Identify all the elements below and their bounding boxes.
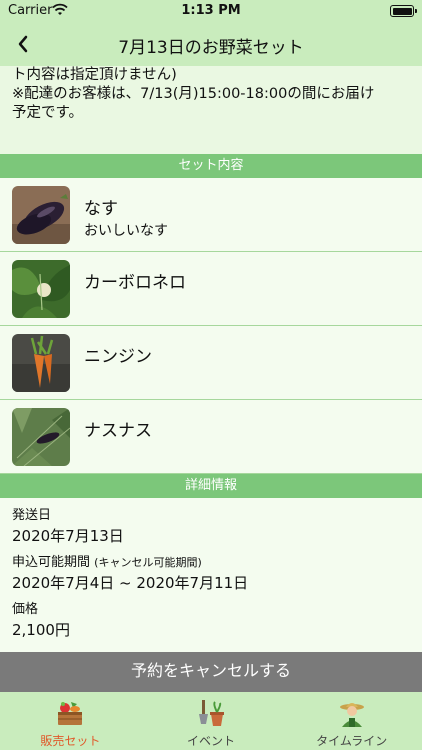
apply-period-note: (キャンセル可能期間) [94,556,202,569]
ship-date-label: 発送日 [12,508,52,523]
eggplant-photo [12,186,70,244]
notice-line: 予定です。 [12,105,84,121]
apply-period-label: 申込可能期間 [12,555,91,570]
notice-line: ト内容は指定頂けません) [12,67,177,83]
list-item[interactable]: カーボロネロ [0,252,422,326]
farmer-icon [339,703,364,727]
status-time: 1:13 PM [181,3,241,18]
item-description: おいしいなす [84,223,168,239]
item-name: ニンジン [84,347,152,367]
details-panel: 発送日 2020年7月13日 申込可能期間 (キャンセル可能期間) 2020年7… [0,498,422,652]
price-label: 価格 [12,602,39,617]
details-header: 詳細情報 [0,474,422,498]
tab-label: 販売セット [40,734,101,748]
carrot-photo [12,334,70,392]
status-bar: Carrier 1:13 PM [0,0,422,22]
tab-sales-set[interactable]: 販売セット [0,692,141,750]
cancel-reservation-button[interactable]: 予約をキャンセルする [0,652,422,692]
tab-timeline[interactable]: タイムライン [281,692,422,750]
list-item[interactable]: なす おいしいなす [0,178,422,252]
item-name: ナスナス [84,421,152,441]
delivery-notice: ト内容は指定頂けません) ※配達のお客様は、7/13(月)15:00-18:00… [0,66,422,154]
tab-events[interactable]: イベント [141,692,282,750]
page-title: 7月13日のお野菜セット [118,38,304,58]
tab-bar: 販売セット イベント タイムライン [0,692,422,750]
back-chevron-icon[interactable] [12,30,36,58]
notice-line: ※配達のお客様は、7/13(月)15:00-18:00の間にお届け [12,86,375,102]
item-name: カーボロネロ [84,273,186,293]
item-name: なす [84,199,118,219]
shovel-pot-icon [199,700,224,726]
navigation-bar: 7月13日のお野菜セット [0,22,422,66]
apply-period-label-row: 申込可能期間 (キャンセル可能期間) [12,553,410,572]
battery-icon [390,5,417,17]
nasunasu-photo [12,408,70,466]
price-value: 2,100円 [12,621,70,639]
list-item[interactable]: ニンジン [0,326,422,400]
list-item[interactable]: ナスナス [0,400,422,474]
set-contents-header: セット内容 [0,154,422,178]
vegetable-crate-icon [58,702,83,725]
cavolo-nero-photo [12,260,70,318]
ship-date-value: 2020年7月13日 [12,527,124,545]
tab-label: イベント [187,734,236,748]
tab-label: タイムライン [316,734,388,748]
apply-period-value: 2020年7月4日 ~ 2020年7月11日 [12,574,249,592]
